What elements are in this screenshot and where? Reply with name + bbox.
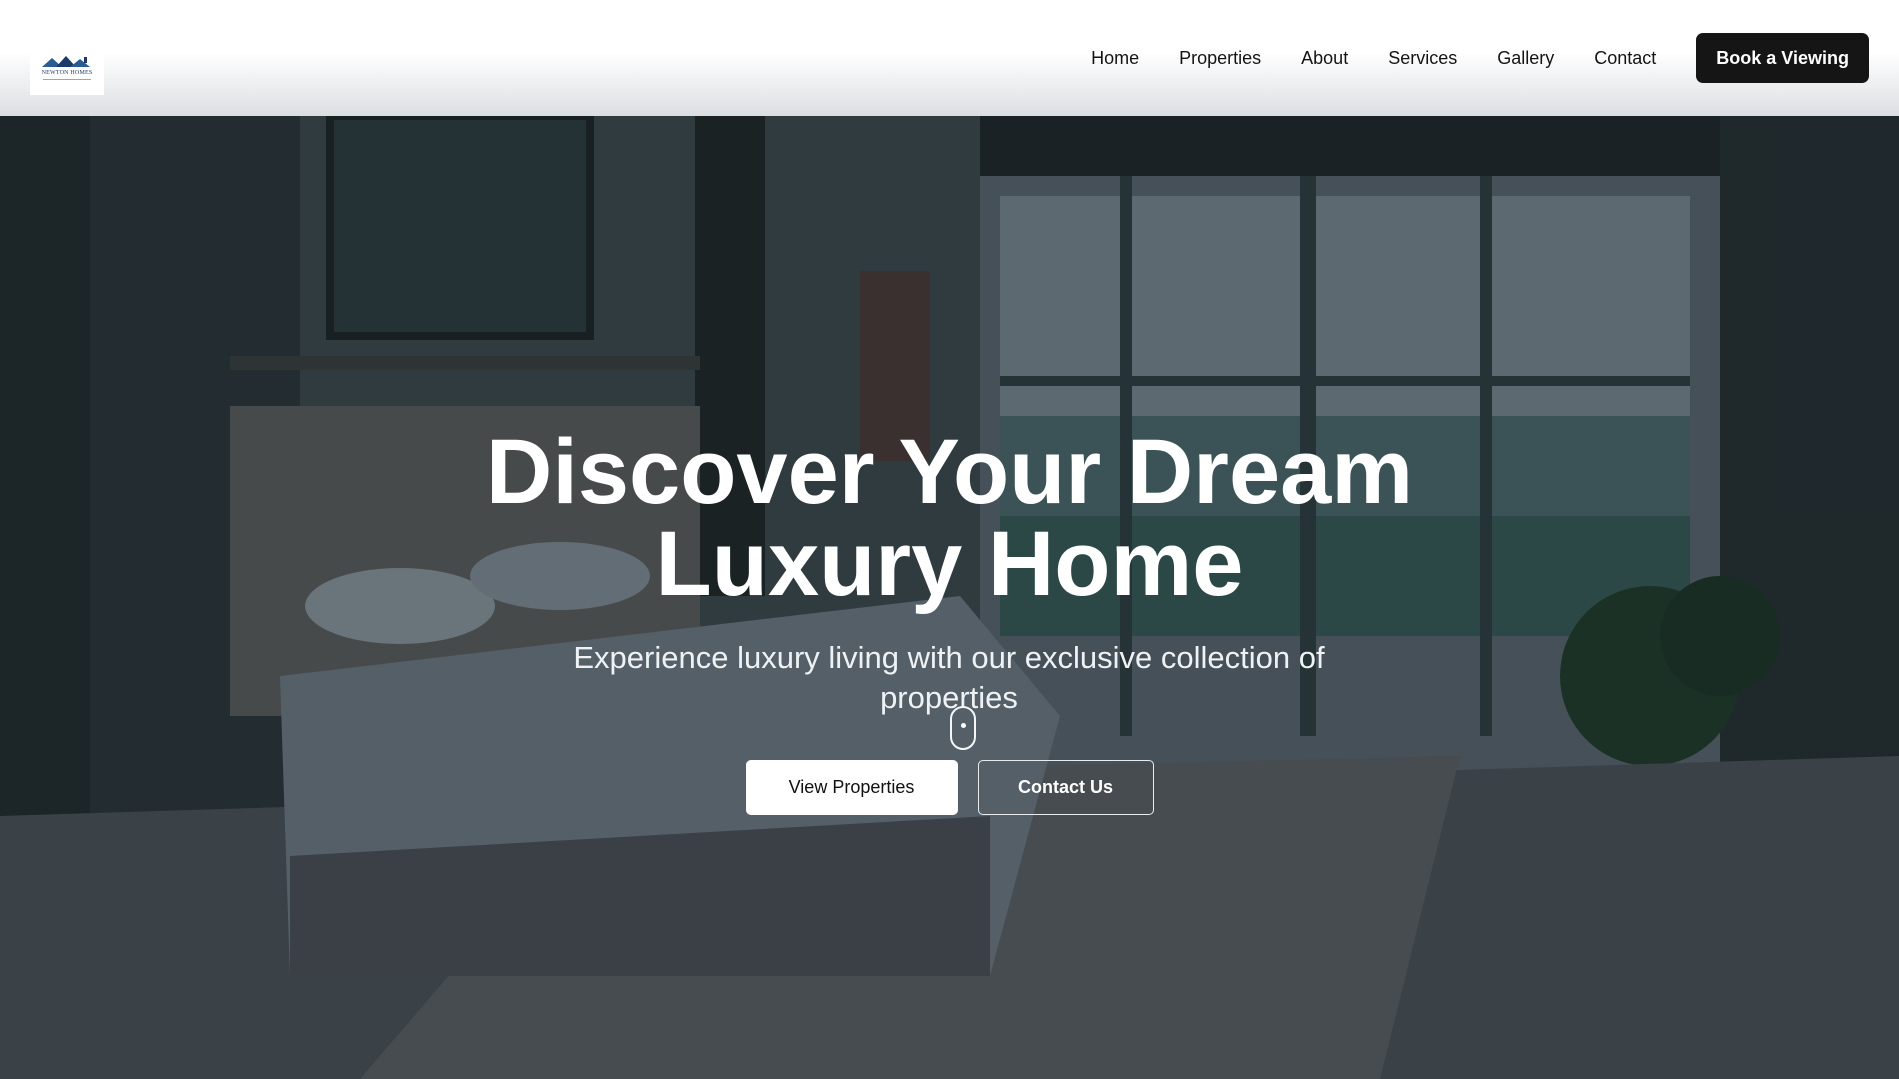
nav-about[interactable]: About — [1301, 33, 1348, 83]
scroll-mouse-icon[interactable] — [950, 706, 976, 750]
logo-text: NEWTON HOMES — [41, 69, 93, 76]
logo[interactable]: NEWTON HOMES — [30, 37, 104, 95]
hero-title-line-2: Luxury Home — [655, 513, 1244, 615]
hero-title: Discover Your Dream Luxury Home — [0, 426, 1899, 610]
hero-actions: View Properties Contact Us — [0, 760, 1899, 815]
main-nav: Home Properties About Services Gallery C… — [1091, 33, 1869, 83]
scroll-dot — [961, 723, 966, 728]
contact-us-button[interactable]: Contact Us — [977, 760, 1154, 815]
hero-subtitle: Experience luxury living with our exclus… — [573, 640, 1325, 715]
view-properties-button[interactable]: View Properties — [745, 760, 958, 815]
book-viewing-button[interactable]: Book a Viewing — [1696, 33, 1869, 83]
logo-divider — [43, 78, 91, 80]
site-header: NEWTON HOMES Home Properties About Servi… — [0, 0, 1899, 116]
nav-contact[interactable]: Contact — [1594, 33, 1656, 83]
nav-gallery[interactable]: Gallery — [1497, 33, 1554, 83]
nav-services[interactable]: Services — [1388, 33, 1457, 83]
nav-properties[interactable]: Properties — [1179, 33, 1261, 83]
hero-title-line-1: Discover Your Dream — [485, 421, 1414, 523]
house-logo-icon — [42, 55, 90, 67]
hero-section: Discover Your Dream Luxury Home Experien… — [0, 116, 1899, 1079]
nav-home[interactable]: Home — [1091, 33, 1139, 83]
